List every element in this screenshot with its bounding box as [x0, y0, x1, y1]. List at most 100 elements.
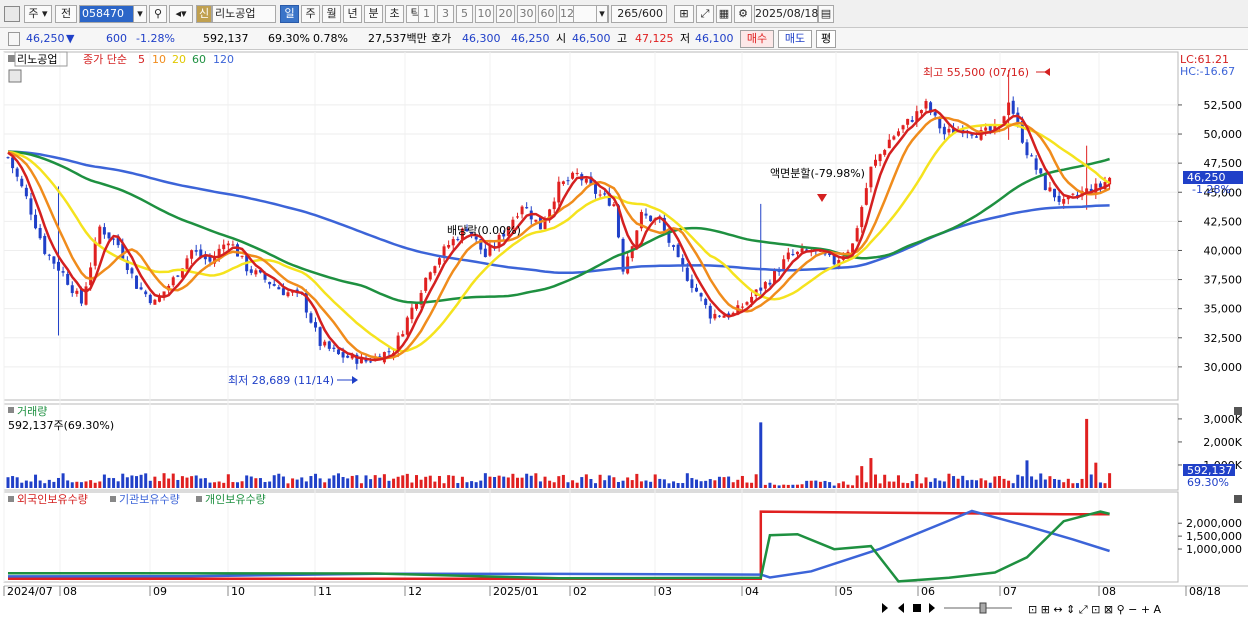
- window-icon[interactable]: [4, 6, 20, 22]
- period-tab-1[interactable]: 주: [301, 5, 320, 23]
- interval-dropdown-icon[interactable]: ▾: [596, 5, 608, 23]
- price-tick-label: 32,500: [1204, 332, 1243, 345]
- buy-button[interactable]: 매수: [740, 30, 774, 48]
- volume-bar: [717, 476, 721, 488]
- candle-body: [52, 256, 56, 264]
- interval-tab-1[interactable]: 1: [418, 5, 435, 23]
- stock-chart[interactable]: 52,50050,00047,50045,00042,50040,00037,5…: [0, 50, 1248, 621]
- prev-button[interactable]: 전: [55, 5, 77, 23]
- avg-button[interactable]: 평: [816, 30, 836, 48]
- x-tick-label: 09: [153, 585, 167, 598]
- holding-handle-icon[interactable]: [8, 496, 14, 502]
- interval-tab-3[interactable]: 3: [437, 5, 454, 23]
- candle-body: [612, 204, 616, 207]
- stop-icon[interactable]: [913, 604, 921, 612]
- volume-bar: [525, 473, 529, 488]
- ma-period-60: 60: [192, 53, 206, 66]
- price-tick-label: 30,000: [1204, 361, 1243, 374]
- volume-bar: [924, 477, 928, 488]
- stock-name[interactable]: 리노공업: [212, 5, 276, 23]
- volume-handle-icon[interactable]: [8, 407, 14, 413]
- sell-button[interactable]: 매도: [778, 30, 812, 48]
- print-icon[interactable]: ▦: [716, 5, 732, 23]
- period-label: 주: [28, 7, 39, 20]
- volume-bar: [1057, 479, 1061, 488]
- gear-icon[interactable]: ⚙: [734, 5, 752, 23]
- candle-body: [630, 246, 634, 259]
- volume-bar: [561, 474, 565, 488]
- volume-bar: [901, 482, 905, 488]
- price-tick-label: 37,500: [1204, 274, 1243, 287]
- volume-bar: [304, 481, 308, 488]
- date-field[interactable]: 2025/08/18: [754, 5, 818, 23]
- chart-type-icon[interactable]: ⊞: [674, 5, 694, 23]
- candle-body: [938, 117, 942, 129]
- volume-bar: [644, 480, 648, 488]
- interval-tab-30[interactable]: 30: [517, 5, 536, 23]
- x-tick-label: 2024/07: [7, 585, 53, 598]
- legend-handle-icon[interactable]: [8, 55, 15, 62]
- volume-bar: [15, 477, 19, 488]
- candle-body: [552, 201, 556, 210]
- interval-tab-60[interactable]: 60: [538, 5, 557, 23]
- x-tick-label: 08: [1102, 585, 1116, 598]
- candle-body: [93, 241, 97, 266]
- volume-bar: [1094, 462, 1098, 488]
- volume-bar: [180, 476, 184, 488]
- volume-bar: [598, 474, 602, 488]
- candle-body: [61, 271, 65, 273]
- candle-body: [575, 172, 579, 174]
- search-icon[interactable]: ⚲: [149, 5, 167, 23]
- count-field[interactable]: 265/600: [611, 5, 667, 23]
- volume-bar: [818, 481, 822, 488]
- volume-bar: [493, 477, 497, 488]
- quote-left-icon: [8, 32, 20, 46]
- period-tab-2[interactable]: 월: [322, 5, 341, 23]
- volume-bar: [782, 484, 786, 488]
- count-total: /600: [638, 7, 663, 20]
- code-dropdown-icon[interactable]: ▾: [133, 5, 147, 23]
- candle-body: [906, 118, 910, 125]
- period-tab-0[interactable]: 일: [280, 5, 299, 23]
- holding-close-icon[interactable]: [1234, 495, 1242, 503]
- volume-bar: [616, 481, 620, 488]
- volume-bar: [208, 482, 212, 488]
- draw-tool-icon[interactable]: ⤢: [696, 5, 714, 23]
- table-icon[interactable]: [8, 69, 22, 83]
- volume-bar: [635, 473, 639, 488]
- volume-close-icon[interactable]: [1234, 407, 1242, 415]
- holding-tick-label: 1,500,000: [1186, 530, 1242, 543]
- interval-tab-10[interactable]: 10: [475, 5, 494, 23]
- candle-body: [584, 178, 588, 183]
- interval-tab-5[interactable]: 5: [456, 5, 473, 23]
- toolbox-icons[interactable]: ⊡ ⊞ ↔ ⇕ ⤢ ⊡ ⊠ ⚲ − + A: [1028, 603, 1162, 616]
- volume-bar: [979, 478, 983, 488]
- interval-tab-20[interactable]: 20: [496, 5, 515, 23]
- zoom-slider-thumb[interactable]: [979, 602, 987, 614]
- volume-bar: [993, 476, 997, 488]
- period-select[interactable]: 주 ▾: [24, 5, 52, 23]
- volume-bar: [1039, 473, 1043, 488]
- volume-bar: [47, 479, 51, 488]
- period-tab-3[interactable]: 년: [343, 5, 362, 23]
- period-tab-4[interactable]: 분: [364, 5, 383, 23]
- calendar-icon[interactable]: ▤: [818, 5, 834, 23]
- code-input[interactable]: 058470: [79, 5, 137, 23]
- volume-bar: [612, 477, 616, 488]
- candle-body: [745, 302, 749, 305]
- volume-bar: [809, 480, 813, 488]
- candle-body: [424, 277, 428, 291]
- candle-body: [901, 125, 905, 130]
- sound-icon[interactable]: ◂▾: [169, 5, 193, 23]
- candle-body: [869, 166, 873, 188]
- period-tab-5[interactable]: 초: [385, 5, 404, 23]
- volume-bar: [258, 478, 262, 488]
- ma-period-10: 10: [152, 53, 166, 66]
- candle-body: [644, 213, 648, 216]
- candle-body: [20, 178, 24, 187]
- volume-bar: [483, 473, 487, 488]
- volume-bar: [249, 476, 253, 488]
- candle-body: [369, 361, 373, 363]
- volume-bar: [29, 481, 33, 488]
- volume-bar: [1011, 483, 1015, 488]
